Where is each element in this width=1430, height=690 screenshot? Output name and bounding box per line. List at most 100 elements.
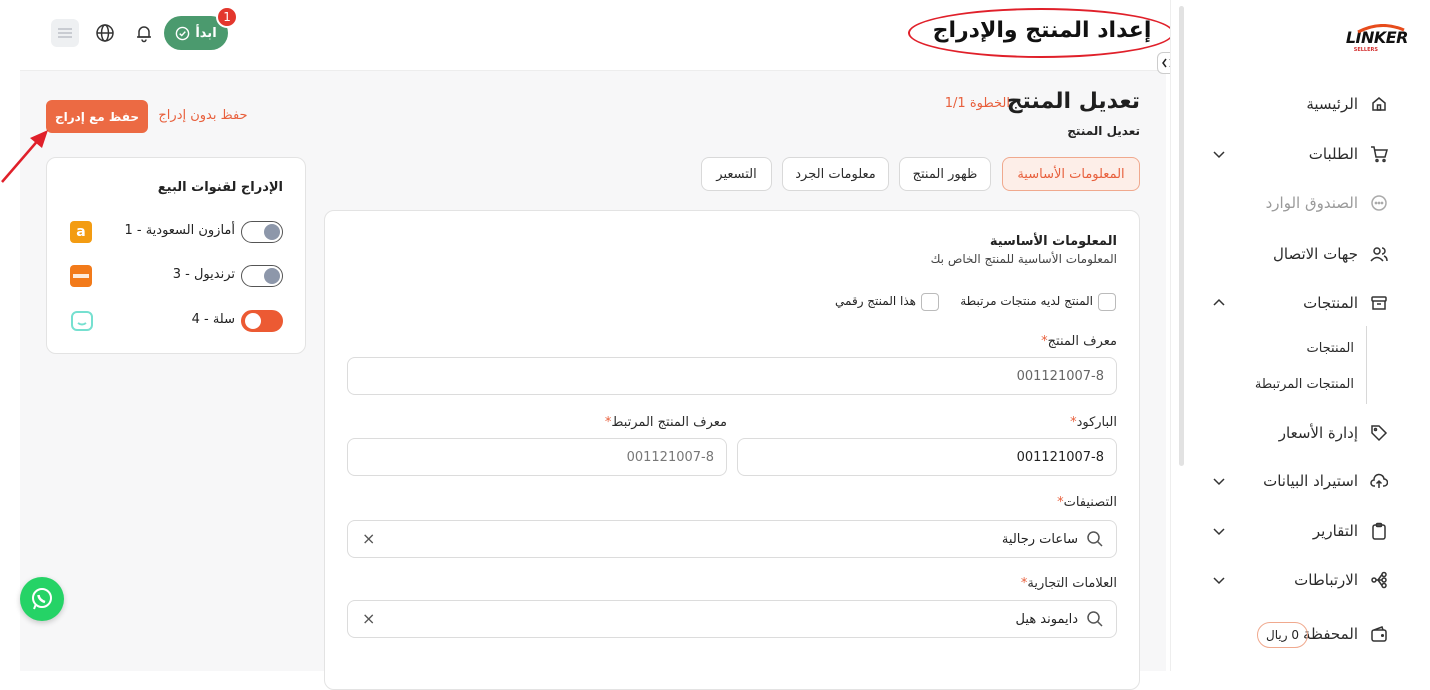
salla-channel-label: سلة - 4 [191,312,235,327]
barcode-value: 001121007-8 [1016,449,1104,465]
whatsapp-button[interactable] [20,577,64,621]
sidebar-item-label: الطلبات [1308,145,1358,163]
linker-logo[interactable]: LINKER SELLERS [1346,24,1409,60]
sales-channels-title: الإدراج لقنوات البيع [157,180,283,195]
chevron-down-icon[interactable] [1211,473,1227,489]
tab-pricing[interactable]: التسعير [701,157,772,191]
page-title: تعديل المنتج [1006,89,1140,114]
product-id-label: معرف المنتج* [1041,334,1117,349]
trendyol-channel-toggle[interactable] [241,265,283,287]
digital-product-checkbox[interactable] [921,293,939,311]
amazon-channel-toggle[interactable] [241,221,283,243]
cart-icon [1368,143,1390,165]
sidebar-item-products[interactable]: المنتجات [1303,289,1390,317]
submenu-divider [1366,326,1367,404]
trendyol-channel-label: ترنديول - 3 [172,267,235,282]
clipboard-icon [1368,520,1390,542]
categories-select[interactable]: ساعات رجالية × [347,520,1117,558]
chevron-down-icon[interactable] [1211,523,1227,539]
trendyol-logo-icon [70,265,92,287]
sidebar-item-integrations[interactable]: الارتباطات [1294,566,1390,594]
sidebar-scrollbar[interactable] [1179,6,1184,466]
search-icon [1086,610,1104,628]
amazon-logo-icon: a [70,221,92,243]
product-id-input[interactable]: 001121007-8 [347,357,1117,395]
tab-product-visibility[interactable]: ظهور المنتج [899,157,991,191]
save-without-listing-button[interactable]: حفظ بدون إدراج [158,108,248,123]
chevron-down-icon[interactable] [1211,572,1227,588]
annotation-arrow [1,130,48,183]
sidebar-item-label: الصندوق الوارد [1265,194,1358,212]
toggle-knob [264,268,280,284]
sidebar-item-label: إدارة الأسعار [1278,424,1358,442]
categories-label: التصنيفات* [1057,495,1117,510]
save-with-listing-button[interactable]: حفظ مع إدراج [46,100,148,133]
home-icon [1368,93,1390,115]
sidebar-item-wallet[interactable]: المحفظة [1303,620,1390,648]
sidebar-subitem-products[interactable]: المنتجات [1306,341,1354,356]
linked-product-id-label: معرف المنتج المرتبط* [604,415,727,430]
tab-basic-info[interactable]: المعلومات الأساسية [1002,157,1140,191]
chevron-up-icon[interactable] [1211,295,1227,311]
page-subtitle: تعديل المنتج [1067,124,1140,138]
topbar-divider [20,70,1168,71]
sidebar-item-home[interactable]: الرئيسية [1306,90,1390,118]
start-button-label: ابدأ [195,25,217,41]
sidebar-item-reports[interactable]: التقارير [1313,517,1390,545]
sidebar-item-label: المنتجات [1303,294,1358,312]
amazon-channel-label: أمازون السعودية - 1 [124,223,235,238]
users-icon [1368,243,1390,265]
sidebar: LINKER SELLERS الرئيسية الطلبات الصندوق … [1170,0,1430,671]
sidebar-item-pricing[interactable]: إدارة الأسعار [1279,419,1390,447]
integration-icon [1368,569,1390,591]
barcode-input[interactable]: 001121007-8 [737,438,1117,476]
section-description: المعلومات الأساسية للمنتج الخاص بك [930,252,1117,266]
sidebar-item-orders[interactable]: الطلبات [1309,140,1390,168]
grid-icon [58,28,72,38]
sidebar-item-label: جهات الاتصال [1272,245,1358,263]
salla-channel-toggle[interactable] [241,310,283,332]
upload-icon [1368,470,1390,492]
product-id-value: 001121007-8 [1016,368,1104,384]
linked-products-label: المنتج لديه منتجات مرتبطة [960,294,1093,308]
step-indicator: الخطوة 1/1 [944,96,1010,111]
brands-label: العلامات التجارية* [1020,576,1117,591]
tag-icon [1368,422,1390,444]
clear-brands-button[interactable]: × [362,609,375,628]
salla-logo-icon [70,309,94,333]
sidebar-item-label: الارتباطات [1294,571,1358,589]
wallet-icon [1368,623,1390,645]
sidebar-item-label: التقارير [1312,522,1358,540]
box-icon [1368,292,1390,314]
globe-icon[interactable] [95,23,115,43]
sidebar-item-data-import[interactable]: استيراد البيانات [1263,467,1390,495]
chevron-down-icon[interactable] [1211,146,1227,162]
barcode-label: الباركود* [1070,415,1117,430]
sidebar-subitem-linked-products[interactable]: المنتجات المرتبطة [1255,377,1354,392]
tab-inventory-info[interactable]: معلومات الجرد [782,157,889,191]
whatsapp-icon [29,586,55,612]
sidebar-item-label: الرئيسية [1306,95,1358,113]
toggle-knob [245,313,261,329]
clear-categories-button[interactable]: × [362,529,375,548]
section-heading: المعلومات الأساسية [989,234,1117,249]
brands-select[interactable]: دايموند هيل × [347,600,1117,638]
sidebar-item-label: المحفظة [1302,625,1358,643]
linked-products-checkbox[interactable] [1098,293,1116,311]
digital-product-label: هذا المنتج رقمي [835,294,916,308]
wallet-balance-badge: 0 ريال [1257,622,1308,648]
notification-badge: 1 [216,6,238,28]
chat-icon [1368,192,1390,214]
sidebar-item-inbox[interactable]: الصندوق الوارد [1266,189,1390,217]
sidebar-item-contacts[interactable]: جهات الاتصال [1273,240,1390,268]
categories-value: ساعات رجالية [1001,531,1078,547]
logo-subtext: SELLERS [1353,47,1378,53]
sidebar-item-label: استيراد البيانات [1263,472,1358,490]
brands-value: دايموند هيل [1015,611,1078,627]
search-icon [1086,530,1104,548]
bell-icon[interactable] [134,23,154,43]
toggle-knob [264,224,280,240]
app-switcher-button[interactable] [51,19,79,47]
linked-product-id-input[interactable]: 001121007-8 [347,438,727,476]
linked-product-id-value: 001121007-8 [626,449,714,465]
